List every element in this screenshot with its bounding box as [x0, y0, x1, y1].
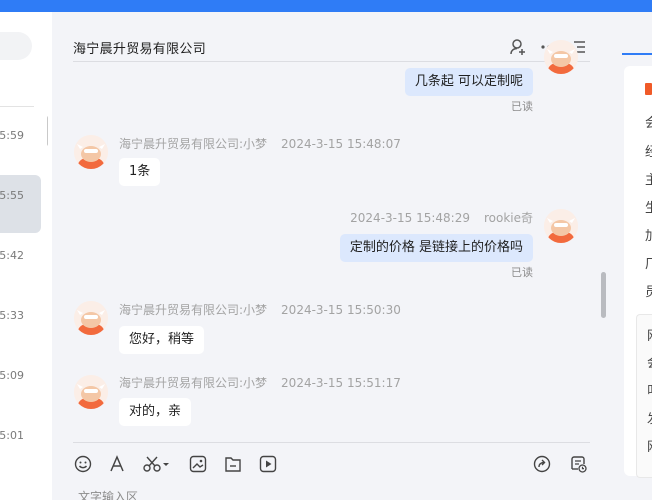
info-panel: 会 经 主 生 加 厂 员 网 会 叫 发 网 [608, 12, 652, 500]
avatar[interactable] [544, 40, 578, 74]
read-status: 已读 [511, 266, 533, 279]
info-label: 经 [645, 145, 652, 160]
conversation-time: 5:59 [0, 129, 24, 142]
conversation-time: 5:33 [0, 309, 24, 322]
avatar[interactable] [74, 301, 108, 335]
message-meta: 海宁晨升贸易有限公司:小梦 2024-3-15 15:48:07 [119, 135, 401, 152]
message-input-placeholder[interactable]: 文字输入区 [78, 488, 138, 500]
message-time: 2024-3-15 15:48:07 [281, 137, 401, 151]
sender-name: rookie奇 [483, 211, 533, 225]
top-bar [0, 0, 652, 12]
info-label: 厂 [645, 257, 652, 272]
sender-name: 海宁晨升贸易有限公司:小梦 [119, 137, 268, 151]
share-icon[interactable] [533, 455, 551, 473]
chat-panel: 海宁晨升贸易有限公司 几条起 可以定制呢 已读 海宁晨升贸易有限公司:小梦 202… [52, 12, 608, 500]
message-bubble-outgoing[interactable]: 定制的价格 是链接上的价格吗 [339, 234, 533, 262]
conversation-item-active[interactable]: 5:55 [0, 175, 41, 233]
header-divider [73, 61, 590, 62]
info-sub-label: 网 [647, 436, 652, 455]
conversation-time: 5:09 [0, 369, 24, 382]
video-icon[interactable] [259, 455, 277, 473]
sender-name: 海宁晨升贸易有限公司:小梦 [119, 303, 268, 317]
scissors-icon[interactable] [143, 455, 171, 473]
info-label: 员 [645, 285, 652, 300]
chat-header: 海宁晨升贸易有限公司 [52, 12, 608, 62]
message-bubble-incoming[interactable]: 您好，稍等 [119, 326, 205, 354]
avatar[interactable] [74, 375, 108, 409]
chat-title: 海宁晨升贸易有限公司 [73, 42, 207, 57]
font-icon[interactable] [108, 455, 126, 473]
info-label: 主 [645, 173, 652, 188]
conversation-item[interactable]: 5:42 [0, 248, 42, 306]
conversation-item[interactable]: 5:01 [0, 428, 42, 486]
info-sub-label: 发 [647, 408, 652, 427]
shop-icon [645, 83, 652, 95]
active-tab-indicator [622, 53, 652, 55]
info-sub-label: 会 [647, 352, 652, 371]
emoji-icon[interactable] [74, 455, 92, 473]
info-sub-label: 网 [647, 325, 652, 344]
read-status: 已读 [511, 100, 533, 113]
conversation-time: 5:42 [0, 249, 24, 262]
conversation-item[interactable]: 5:33 [0, 308, 42, 366]
info-label: 生 [645, 201, 652, 216]
file-icon[interactable] [224, 455, 242, 473]
message-bubble-outgoing[interactable]: 几条起 可以定制呢 [404, 68, 533, 96]
avatar[interactable] [74, 135, 108, 169]
image-icon[interactable] [189, 455, 207, 473]
info-label: 加 [645, 229, 652, 244]
conversation-time: 5:55 [0, 189, 24, 202]
message-meta: 2024-3-15 15:48:29 rookie奇 [350, 209, 533, 226]
chat-scrollbar[interactable] [601, 272, 606, 318]
message-time: 2024-3-15 15:48:29 [350, 211, 470, 225]
search-box[interactable] [0, 32, 32, 60]
conversation-list: 5:59 5:55 5:42 5:33 5:09 5:01 [0, 12, 48, 500]
message-time: 2024-3-15 15:51:17 [281, 376, 401, 390]
avatar[interactable] [544, 209, 578, 243]
add-user-icon[interactable] [509, 38, 527, 56]
message-bubble-incoming[interactable]: 1条 [119, 158, 161, 186]
message-time: 2024-3-15 15:50:30 [281, 303, 401, 317]
message-bubble-incoming[interactable]: 对的，亲 [119, 398, 192, 426]
message-meta: 海宁晨升贸易有限公司:小梦 2024-3-15 15:51:17 [119, 374, 401, 391]
history-icon[interactable] [569, 455, 587, 473]
list-scrollbar[interactable] [47, 116, 48, 146]
conversation-time: 5:01 [0, 429, 24, 442]
sender-name: 海宁晨升贸易有限公司:小梦 [119, 376, 268, 390]
input-divider [73, 442, 590, 443]
conversation-item[interactable]: 5:09 [0, 368, 42, 426]
info-sub-label: 叫 [647, 380, 652, 399]
divider [0, 106, 34, 107]
message-meta: 海宁晨升贸易有限公司:小梦 2024-3-15 15:50:30 [119, 301, 401, 318]
info-label: 会 [645, 116, 652, 131]
